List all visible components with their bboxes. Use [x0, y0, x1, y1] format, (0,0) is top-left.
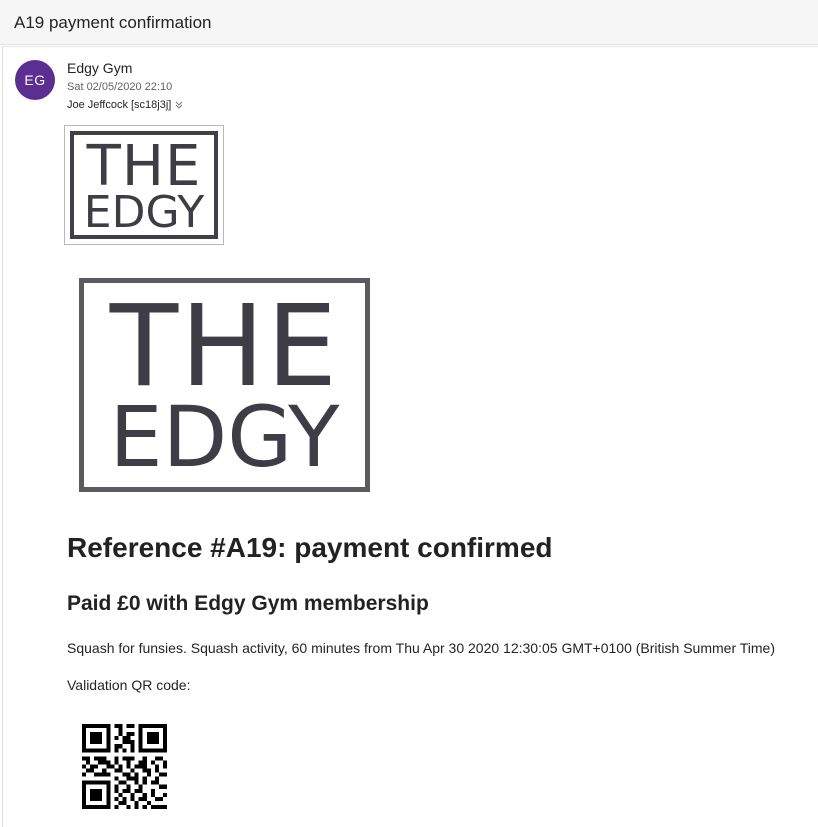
- logo-line-2: EDGY: [109, 388, 340, 486]
- sent-date: Sat 02/05/2020 22:10: [67, 81, 173, 93]
- sender-name[interactable]: Edgy Gym: [67, 60, 132, 76]
- edgy-logo-small: THE EDGY: [70, 131, 218, 239]
- edgy-logo-large: THE EDGY: [79, 278, 370, 492]
- chevron-double-down-icon[interactable]: [174, 100, 184, 110]
- activity-description: Squash for funsies. Squash activity, 60 …: [67, 640, 775, 656]
- recipient-name[interactable]: Joe Jeffcock [sc18j3j]: [67, 99, 171, 111]
- qr-code-icon: [82, 724, 167, 809]
- logo-line-2: EDGY: [83, 187, 205, 238]
- logo-thumbnail[interactable]: THE EDGY: [64, 125, 224, 245]
- payment-subheading: Paid £0 with Edgy Gym membership: [67, 592, 429, 615]
- recipient-row[interactable]: Joe Jeffcock [sc18j3j]: [67, 99, 184, 111]
- sender-avatar[interactable]: EG: [15, 60, 55, 100]
- logo-line-1: THE: [109, 282, 340, 412]
- reference-heading: Reference #A19: payment confirmed: [67, 532, 553, 563]
- subject-bar: A19 payment confirmation: [0, 0, 818, 45]
- email-subject: A19 payment confirmation: [14, 13, 212, 32]
- qr-label: Validation QR code:: [67, 677, 191, 693]
